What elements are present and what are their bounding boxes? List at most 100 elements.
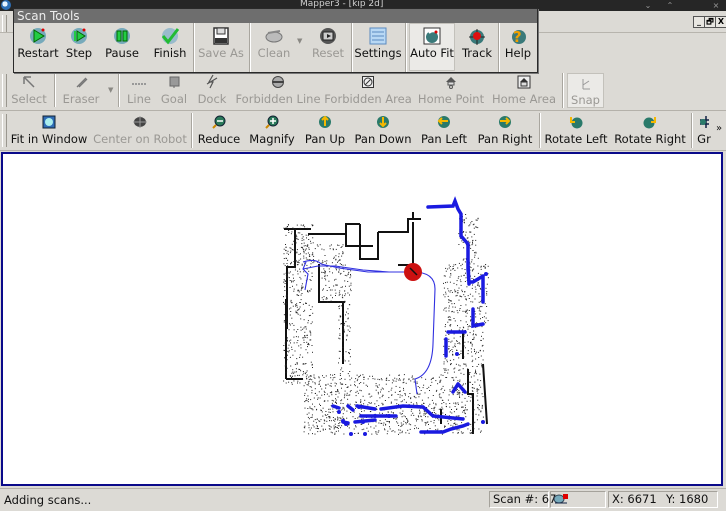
line-button[interactable]: Line [123,71,155,106]
scan-point [342,251,344,253]
pan-down-button[interactable]: Pan Down [353,111,413,146]
scan-point [305,257,307,259]
finish-button[interactable]: Finish [149,25,191,60]
pan-left-button[interactable]: Pan Left [419,111,469,146]
scan-point [325,279,327,281]
scan-point [338,350,340,352]
magnify-button[interactable]: Magnify [248,111,296,146]
pause-button[interactable]: Pause [101,25,143,60]
restart-button[interactable]: Restart [17,25,59,60]
scan-point [472,366,474,367]
auto-fit-button[interactable]: Auto Fit [409,23,455,71]
scan-point [324,260,326,262]
scan-point [283,281,285,283]
scan-point [459,379,461,381]
scan-point [291,372,293,374]
scan-point [303,250,305,252]
scan-point [410,401,412,403]
scan-point [462,310,464,312]
snap-button[interactable]: Snap [567,73,604,108]
forbidden-line-button[interactable]: Forbidden Line [235,71,321,106]
scan-point [306,302,307,304]
scan-point [304,226,306,228]
dock-button[interactable]: Dock [195,71,229,106]
goal-button[interactable]: Goal [158,71,190,106]
scan-point [478,284,480,286]
scan-point [413,414,415,416]
scan-point [449,316,451,318]
scan-point [286,286,288,288]
scan-point [284,265,286,267]
reduce-button[interactable]: Reduce [196,111,242,146]
toolbar-overflow-button[interactable]: » [716,123,722,134]
scan-tools-title[interactable]: Scan Tools [14,9,537,23]
coordinates-cell: X: 6671 Y: 1680 [608,491,718,508]
home-area-button[interactable]: Home Area [492,71,556,106]
scan-point [399,412,401,414]
map-canvas[interactable] [1,152,723,486]
step-button[interactable]: Step [62,25,96,60]
eraser-dropdown-caret[interactable]: ▼ [108,86,113,94]
grid-button[interactable]: Gr [694,111,714,146]
scan-point [376,433,378,435]
toolbar-grip[interactable] [2,114,7,147]
toolbar-grip[interactable] [2,15,7,32]
scan-point [421,419,423,421]
forbidden-area-button[interactable]: Forbidden Area [324,71,412,106]
scan-point [461,422,463,424]
scan-point [286,263,288,264]
save-as-button[interactable]: Save As [198,25,244,60]
scan-point [321,425,323,427]
scan-point [415,397,417,399]
mdi-close-button[interactable]: X [715,16,726,28]
scan-point [453,337,455,339]
scan-point [299,232,301,234]
scan-point [287,354,288,356]
scan-point [306,400,308,401]
center-on-robot-button[interactable]: Center on Robot [93,111,187,146]
scan-point [283,258,285,259]
scan-point [450,300,452,302]
scan-point [457,292,459,294]
select-button[interactable]: Select [8,71,50,106]
scan-point [459,365,461,367]
pan-up-button[interactable]: Pan Up [302,111,348,146]
scan-point [294,267,296,269]
clean-dropdown-caret[interactable]: ▼ [297,37,302,45]
rotate-right-button[interactable]: Rotate Right [613,111,687,146]
scan-point [289,323,291,325]
scan-point [354,381,356,383]
scan-point [464,269,466,270]
track-button[interactable]: Track [458,25,496,60]
pan-right-button[interactable]: Pan Right [475,111,535,146]
settings-button[interactable]: Settings [354,25,402,60]
scan-point [377,385,378,387]
scan-point [476,390,478,392]
scan-point [304,363,306,365]
scan-point [291,377,293,379]
scan-point [437,428,439,430]
scan-point [452,346,454,348]
eraser-button[interactable]: Eraser [57,71,105,106]
fit-in-window-button[interactable]: Fit in Window [10,111,88,146]
help-button[interactable]: ? Help [501,25,535,61]
scan-point [313,397,315,399]
rotate-left-button[interactable]: Rotate Left [544,111,608,146]
wm-close-button[interactable]: × [708,0,724,11]
scan-point [301,288,303,290]
scan-point [365,384,367,386]
scan-point [443,275,445,277]
app-icon[interactable] [1,0,11,10]
reset-button[interactable]: Reset [308,25,348,60]
scan-point [449,406,451,408]
wm-shade-down-button[interactable]: ⌄ [640,0,656,11]
clean-button[interactable]: Clean [254,25,294,60]
wm-maximize-button[interactable]: ⌃ [662,0,678,11]
home-point-button[interactable]: Home Point [418,71,484,106]
toolbar-grip[interactable] [2,74,7,107]
scan-point [463,231,465,232]
scan-point [449,291,451,293]
scan-point [287,339,288,341]
scan-point [338,292,340,294]
scan-point [325,298,327,300]
